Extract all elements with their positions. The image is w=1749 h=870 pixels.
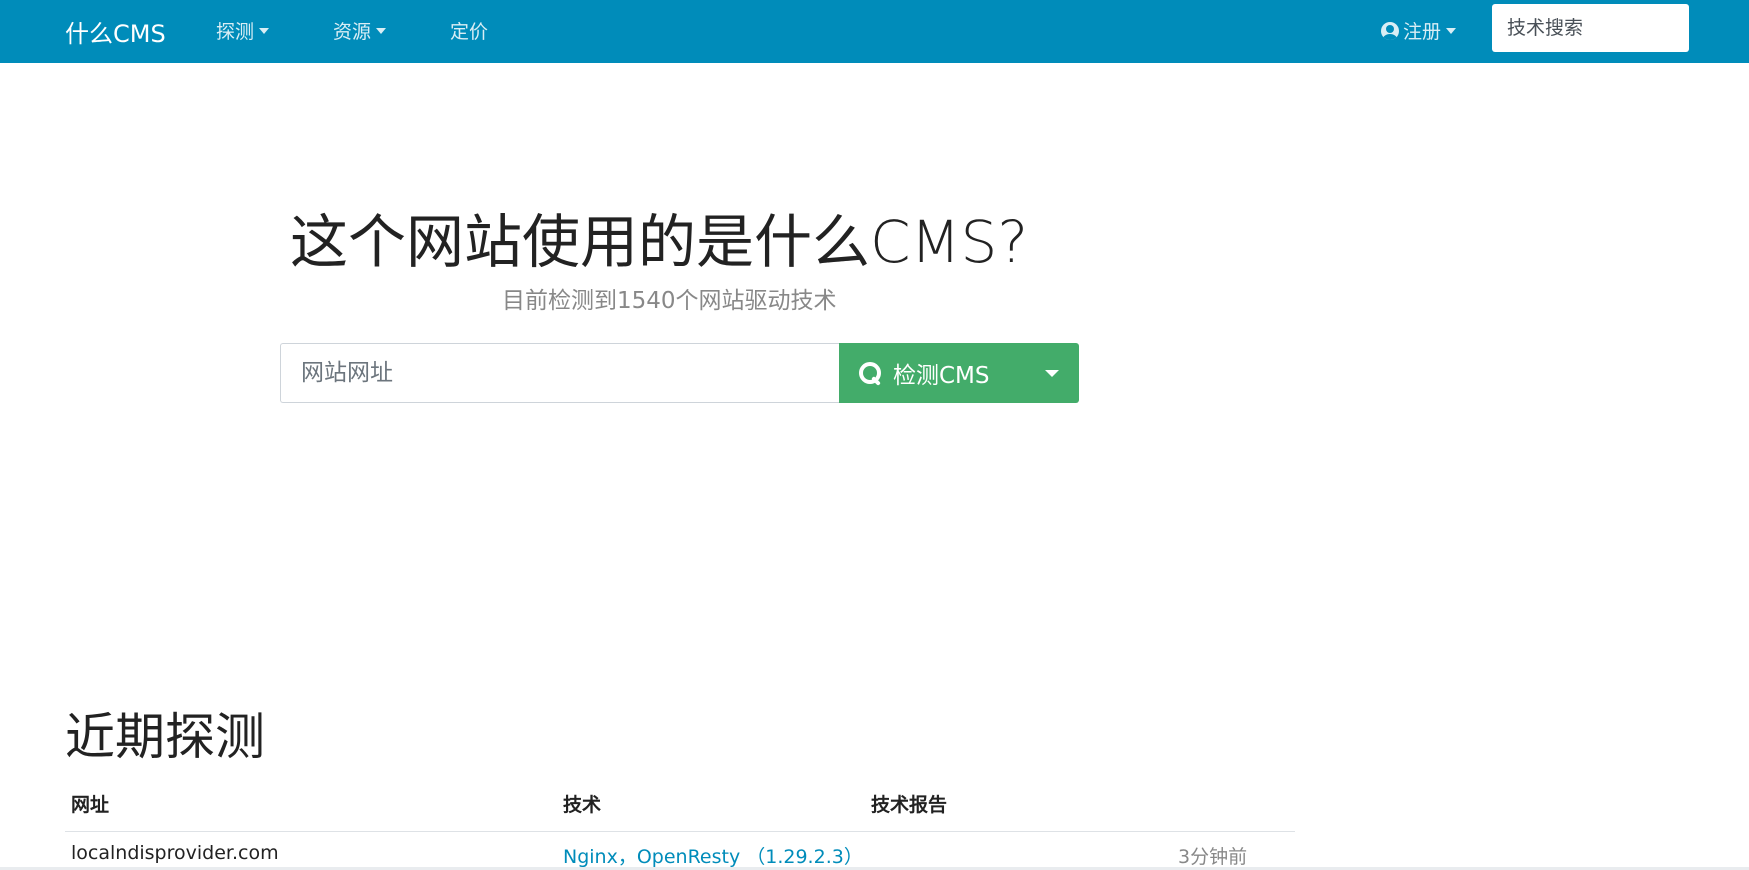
- table-divider: [65, 831, 1295, 832]
- search-icon: [859, 362, 881, 384]
- nav-item-resources[interactable]: 资源: [333, 17, 387, 44]
- column-header-url: 网址: [71, 794, 110, 816]
- row-tech-link[interactable]: Nginx，OpenResty （1.29.2.3）: [563, 842, 863, 869]
- top-navbar: 什么CMS 探测 资源 定价 注册: [0, 0, 1749, 63]
- nav-item-detect[interactable]: 探测: [216, 17, 270, 44]
- row-time: 3分钟前: [1178, 846, 1248, 868]
- detect-cms-label: 检测CMS: [893, 363, 990, 389]
- column-header-tech: 技术: [563, 794, 602, 816]
- detect-cms-button[interactable]: 检测CMS: [839, 343, 1022, 403]
- caret-down-icon: [1045, 370, 1059, 377]
- nav-item-label: 注册: [1403, 21, 1442, 43]
- detect-options-dropdown[interactable]: [1021, 343, 1079, 403]
- caret-down-icon: [1446, 28, 1457, 34]
- user-circle-icon: [1381, 22, 1399, 40]
- hero-title: 这个网站使用的是什么CMS?: [290, 208, 1029, 276]
- nav-item-label: 探测: [216, 21, 255, 43]
- brand-logo[interactable]: 什么CMS: [65, 14, 166, 49]
- tech-search-input[interactable]: [1492, 4, 1689, 52]
- recent-section-title: 近期探测: [65, 708, 265, 766]
- caret-down-icon: [376, 28, 387, 34]
- row-url: localndisprovider.com: [71, 842, 279, 864]
- nav-item-label: 资源: [333, 21, 372, 43]
- nav-item-label: 定价: [450, 21, 489, 43]
- nav-item-pricing[interactable]: 定价: [450, 17, 488, 44]
- nav-item-register[interactable]: 注册: [1381, 17, 1457, 44]
- caret-down-icon: [259, 28, 270, 34]
- hero-subtitle: 目前检测到1540个网站驱动技术: [502, 288, 837, 314]
- column-header-report: 技术报告: [871, 794, 948, 816]
- website-url-input[interactable]: [280, 343, 840, 403]
